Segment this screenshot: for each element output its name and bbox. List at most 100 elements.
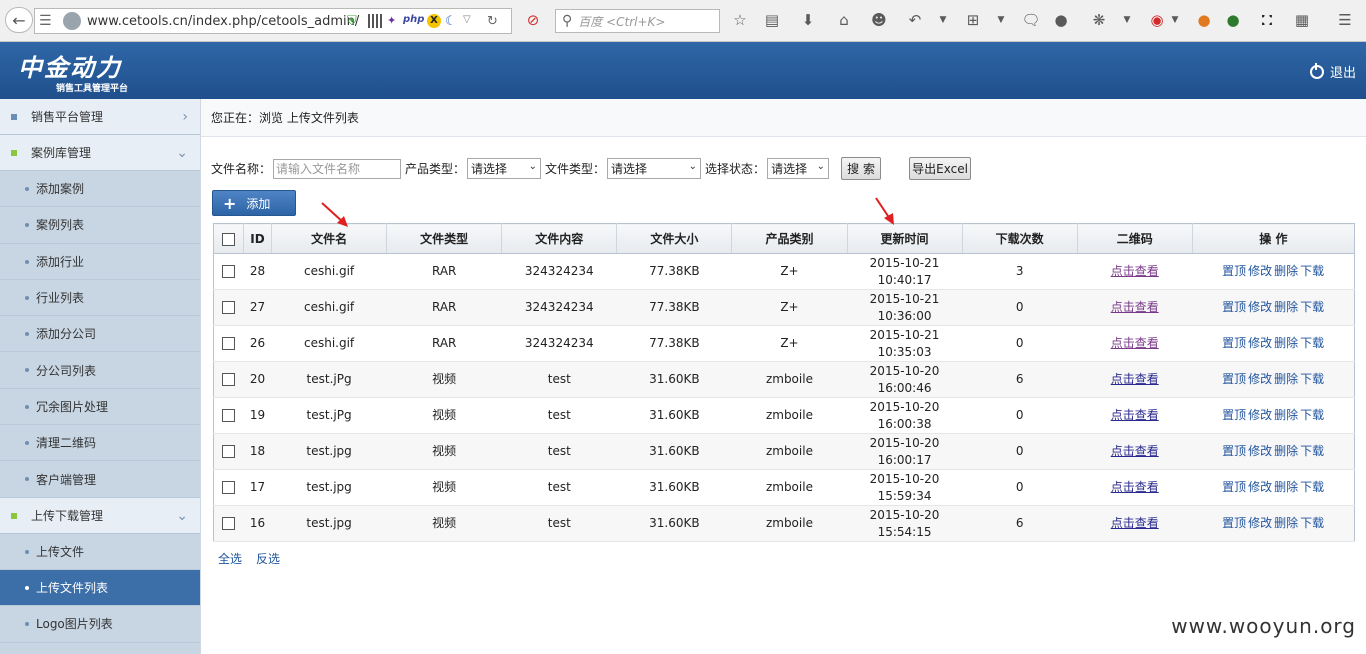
- address-bar[interactable]: ☰ www.cetools.cn/index.php/cetools_admin…: [34, 8, 512, 34]
- sidebar-item-upload-0[interactable]: 上传文件: [0, 533, 200, 570]
- search-input[interactable]: ⚲ 百度 <Ctrl+K>: [555, 9, 720, 33]
- feather-icon[interactable]: ✦: [387, 14, 401, 28]
- qr-code-icon[interactable]: [368, 14, 382, 28]
- download-link[interactable]: 下载: [1300, 516, 1324, 530]
- sidebar-item-case-7[interactable]: 清理二维码: [0, 425, 200, 462]
- pin-top-link[interactable]: 置顶: [1222, 372, 1246, 386]
- reload-icon[interactable]: ↻: [487, 14, 501, 29]
- undo-icon[interactable]: ↶: [906, 11, 924, 29]
- edit-link[interactable]: 修改: [1248, 336, 1272, 350]
- globe-tool-icon[interactable]: ●: [1052, 11, 1070, 29]
- sidebar-item-case-0[interactable]: 添加案例: [0, 171, 200, 208]
- url-text[interactable]: www.cetools.cn/index.php/cetools_admin/: [87, 14, 359, 29]
- download-link[interactable]: 下载: [1300, 444, 1324, 458]
- export-excel-button[interactable]: 导出Excel: [909, 157, 972, 180]
- menu-icon[interactable]: ☰: [39, 13, 63, 29]
- row-checkbox[interactable]: [222, 265, 236, 278]
- row-checkbox[interactable]: [222, 517, 236, 530]
- delete-link[interactable]: 删除: [1274, 372, 1298, 386]
- product-type-select[interactable]: 请选择 ⌄: [467, 158, 542, 179]
- delete-link[interactable]: 删除: [1274, 264, 1298, 278]
- download-icon[interactable]: ⬇: [799, 11, 817, 29]
- sidebar-item-case-2[interactable]: 添加行业: [0, 243, 200, 280]
- crescent-icon[interactable]: ☾: [445, 14, 459, 29]
- logout-button[interactable]: 退出: [1309, 62, 1356, 81]
- home-icon[interactable]: ⌂: [835, 11, 853, 29]
- pin-top-link[interactable]: 置顶: [1222, 264, 1246, 278]
- view-qrcode-link[interactable]: 点击查看: [1111, 408, 1159, 422]
- smiley-icon[interactable]: ☻: [870, 11, 888, 29]
- view-qrcode-link[interactable]: 点击查看: [1111, 336, 1159, 350]
- sidebar-item-case-8[interactable]: 客户端管理: [0, 461, 200, 498]
- download-link[interactable]: 下载: [1300, 300, 1324, 314]
- reading-list-icon[interactable]: ▤: [763, 11, 781, 29]
- status-select[interactable]: 请选择 ⌄: [767, 158, 830, 179]
- edit-link[interactable]: 修改: [1248, 480, 1272, 494]
- download-link[interactable]: 下载: [1300, 408, 1324, 422]
- pin-top-link[interactable]: 置顶: [1222, 336, 1246, 350]
- shield-icon[interactable]: ⛨: [347, 14, 361, 29]
- sidebar-item-upload-1[interactable]: 上传文件列表: [0, 569, 200, 607]
- sidebar-item-case-4[interactable]: 添加分公司: [0, 316, 200, 353]
- download-link[interactable]: 下载: [1300, 264, 1324, 278]
- delete-link[interactable]: 删除: [1274, 480, 1298, 494]
- back-button[interactable]: ←: [5, 7, 33, 33]
- block-icon[interactable]: ⊘: [524, 11, 542, 29]
- sidebar-item-case-5[interactable]: 分公司列表: [0, 352, 200, 389]
- sidebar-item-upload-2[interactable]: Logo图片列表: [0, 606, 200, 643]
- crop-dropdown-icon[interactable]: ▼: [992, 11, 1010, 29]
- pin-top-link[interactable]: 置顶: [1222, 480, 1246, 494]
- view-qrcode-link[interactable]: 点击查看: [1111, 264, 1159, 278]
- chat-icon[interactable]: 🗨: [1021, 11, 1040, 29]
- row-checkbox[interactable]: [222, 373, 236, 386]
- sidebar-group-sales-platform[interactable]: 销售平台管理 ›: [0, 99, 200, 135]
- search-button[interactable]: 搜 索: [841, 157, 882, 180]
- edit-link[interactable]: 修改: [1248, 372, 1272, 386]
- row-checkbox[interactable]: [222, 409, 236, 422]
- edit-link[interactable]: 修改: [1248, 300, 1272, 314]
- view-qrcode-link[interactable]: 点击查看: [1111, 480, 1159, 494]
- delete-link[interactable]: 删除: [1274, 408, 1298, 422]
- file-type-select[interactable]: 请选择 ⌄: [607, 158, 702, 179]
- delete-link[interactable]: 删除: [1274, 300, 1298, 314]
- pin-top-link[interactable]: 置顶: [1222, 516, 1246, 530]
- view-qrcode-link[interactable]: 点击查看: [1111, 516, 1159, 530]
- delete-link[interactable]: 删除: [1274, 336, 1298, 350]
- edit-link[interactable]: 修改: [1248, 264, 1272, 278]
- download-link[interactable]: 下载: [1300, 372, 1324, 386]
- pin-top-link[interactable]: 置顶: [1222, 408, 1246, 422]
- row-checkbox[interactable]: [222, 481, 236, 494]
- bookmark-star-icon[interactable]: ☆: [731, 11, 749, 29]
- grid-icon[interactable]: ▦: [1293, 11, 1311, 29]
- w-shield-icon[interactable]: ⛚: [1258, 11, 1276, 29]
- delete-link[interactable]: 删除: [1274, 516, 1298, 530]
- row-checkbox[interactable]: [222, 301, 236, 314]
- crop-icon[interactable]: ⊞: [964, 11, 982, 29]
- row-checkbox[interactable]: [222, 445, 236, 458]
- x-icon[interactable]: X: [427, 14, 441, 28]
- sidebar-item-case-6[interactable]: 冗余图片处理: [0, 388, 200, 426]
- record-dropdown-icon[interactable]: ▼: [1166, 11, 1184, 29]
- dropdown-arrow-icon[interactable]: ▽: [463, 14, 477, 28]
- pin-top-link[interactable]: 置顶: [1222, 444, 1246, 458]
- hamburger-menu-icon[interactable]: ☰: [1336, 11, 1354, 29]
- bug-icon[interactable]: ❋: [1090, 11, 1108, 29]
- download-link[interactable]: 下载: [1300, 480, 1324, 494]
- pin-top-link[interactable]: 置顶: [1222, 300, 1246, 314]
- filename-input[interactable]: 请输入文件名称: [273, 158, 402, 179]
- view-qrcode-link[interactable]: 点击查看: [1111, 372, 1159, 386]
- edit-link[interactable]: 修改: [1248, 516, 1272, 530]
- header-checkbox[interactable]: [222, 232, 235, 246]
- fox-icon[interactable]: ●: [1195, 11, 1213, 29]
- record-icon[interactable]: ◉: [1148, 11, 1166, 29]
- edit-link[interactable]: 修改: [1248, 408, 1272, 422]
- invert-selection-link[interactable]: 反选: [256, 550, 280, 567]
- row-checkbox[interactable]: [222, 337, 236, 350]
- green-shield-icon[interactable]: ●: [1224, 11, 1242, 29]
- php-icon[interactable]: php: [403, 14, 425, 28]
- sidebar-item-case-1[interactable]: 案例列表: [0, 207, 200, 244]
- view-qrcode-link[interactable]: 点击查看: [1111, 444, 1159, 458]
- add-button[interactable]: + 添加: [212, 190, 296, 216]
- view-qrcode-link[interactable]: 点击查看: [1111, 300, 1159, 314]
- select-all-link[interactable]: 全选: [218, 550, 242, 567]
